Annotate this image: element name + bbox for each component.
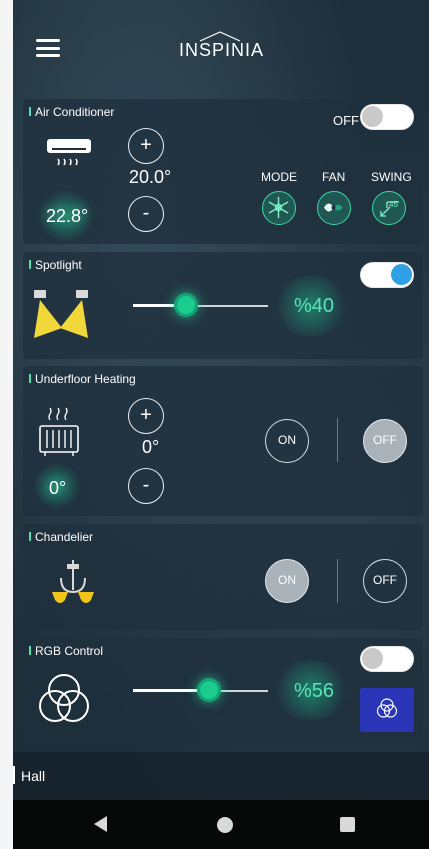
spotlight-power-toggle[interactable] [360,262,414,288]
ac-fan-label: FAN [322,170,346,184]
swing-45-icon[interactable]: 45 [372,191,406,225]
spotlight-icon [34,290,88,338]
heating-temp-plus-button[interactable]: + [128,398,164,434]
fan-icon[interactable] [317,191,351,225]
toggle-knob [362,648,383,669]
underfloor-heating-title: Underfloor Heating [29,372,136,386]
toggle-knob [391,264,412,285]
spotlight-level: %40 [294,295,335,317]
heating-off-button[interactable]: OFF [363,419,407,463]
spotlight-slider-knob[interactable] [174,293,198,317]
rgb-color-swatch[interactable] [360,688,414,732]
room-bar: Hall [13,752,429,800]
chandelier-icon [52,560,94,603]
room-label[interactable]: Hall [21,768,45,784]
app-screen: INSPINIA Air Conditioner + 20.0° - 22.8°… [13,0,429,849]
home-icon[interactable] [217,817,233,833]
air-conditioner-title: Air Conditioner [29,105,114,119]
rgb-swatch-icon [376,698,398,718]
rgb-control-panel: RGB Control %56 [23,638,423,744]
air-conditioner-panel: Air Conditioner + 20.0° - 22.8° OFF MODE… [23,99,423,244]
air-conditioner-icon [47,139,91,166]
ac-room-temperature: 22.8° [46,206,89,226]
rgb-slider-knob[interactable] [197,678,221,702]
chandelier-panel: Chandelier ON OFF [23,524,423,630]
heating-room-temperature: 0° [49,478,67,498]
left-edge-strip [0,0,13,849]
toggle-knob [362,106,383,127]
chandelier-divider [337,559,338,603]
rgb-circles-icon [39,674,89,722]
app-header: INSPINIA [13,0,429,96]
menu-icon[interactable] [36,39,60,57]
recent-apps-icon[interactable] [340,817,355,832]
chandelier-off-button[interactable]: OFF [363,559,407,603]
ac-power-toggle[interactable] [360,104,414,130]
heating-temp-minus-button[interactable]: - [128,468,164,504]
system-nav-bar [13,800,429,849]
chandelier-title: Chandelier [29,530,93,544]
rgb-level: %56 [294,680,335,702]
ac-set-temperature: 20.0° [129,167,172,187]
rgb-control-title: RGB Control [29,644,103,658]
ac-temp-minus-button[interactable]: - [128,196,164,232]
spotlight-panel: Spotlight %40 [23,252,423,359]
heating-divider [337,418,338,462]
ac-mode-label: MODE [261,170,297,184]
room-indicator [13,766,15,784]
swing-value: 45 [389,200,398,209]
ac-power-label: OFF [333,113,359,128]
chandelier-on-button[interactable]: ON [265,559,309,603]
rgb-power-toggle[interactable] [360,646,414,672]
app-logo: INSPINIA [179,40,265,60]
spotlight-title: Spotlight [29,258,82,272]
heating-on-button[interactable]: ON [265,419,309,463]
ac-temp-plus-button[interactable]: + [128,128,164,164]
back-icon[interactable] [94,816,107,832]
underfloor-heating-panel: Underfloor Heating + 0° - 0° ON OFF [23,366,423,516]
ac-swing-label: SWING [371,170,412,184]
heater-icon [39,407,79,456]
snowflake-icon[interactable] [262,191,296,225]
heating-set-temperature: 0° [142,437,160,457]
